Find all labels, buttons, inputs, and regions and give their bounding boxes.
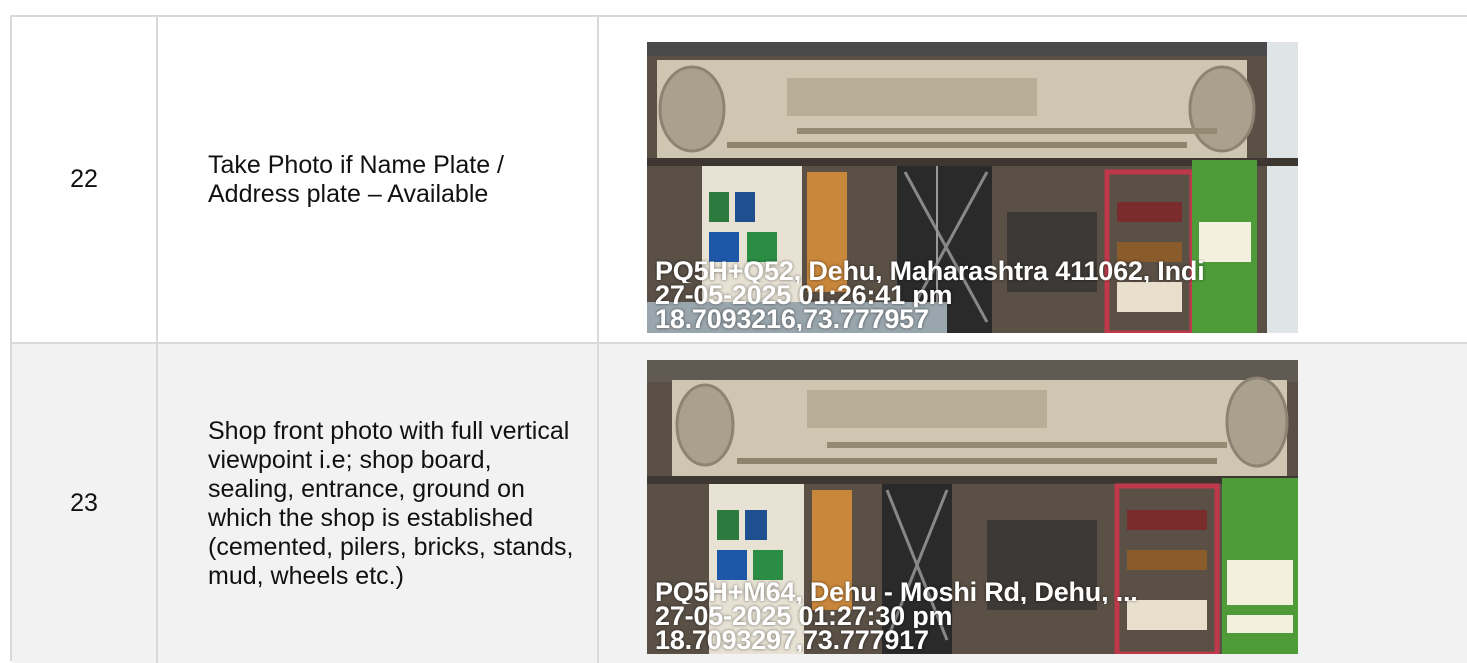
photo-address: PQ5H+M64, Dehu - Moshi Rd, Dehu, ... [655,580,1138,604]
row-description: Take Photo if Name Plate / Address plate… [158,17,599,342]
row-description: Shop front photo with full vertical view… [158,344,599,663]
row-number: 22 [12,17,158,342]
photo-cell: PQ5H+Q52, Dehu, Maharashtra 411062, Indi… [599,17,1467,342]
row-number: 23 [12,344,158,663]
photo-coordinates: 18.7093216,73.777957 [655,307,929,331]
photo-coordinates: 18.7093297,73.777917 [655,628,929,652]
photo-address: PQ5H+Q52, Dehu, Maharashtra 411062, Indi [655,259,1205,283]
data-table: 22 Take Photo if Name Plate / Address pl… [10,15,1467,663]
photo-overlay: PQ5H+M64, Dehu - Moshi Rd, Dehu, ... 27-… [655,580,1298,652]
photo-datetime: 27-05-2025 01:26:41 pm [655,283,953,307]
photo-datetime: 27-05-2025 01:27:30 pm [655,604,953,628]
photo-cell: PQ5H+M64, Dehu - Moshi Rd, Dehu, ... 27-… [599,344,1467,663]
photo-overlay: PQ5H+Q52, Dehu, Maharashtra 411062, Indi… [655,259,1298,331]
shop-photo[interactable]: PQ5H+M64, Dehu - Moshi Rd, Dehu, ... 27-… [647,360,1298,654]
table-row: 23 Shop front photo with full vertical v… [12,344,1467,663]
shop-photo[interactable]: PQ5H+Q52, Dehu, Maharashtra 411062, Indi… [647,42,1298,333]
table-row: 22 Take Photo if Name Plate / Address pl… [12,17,1467,344]
